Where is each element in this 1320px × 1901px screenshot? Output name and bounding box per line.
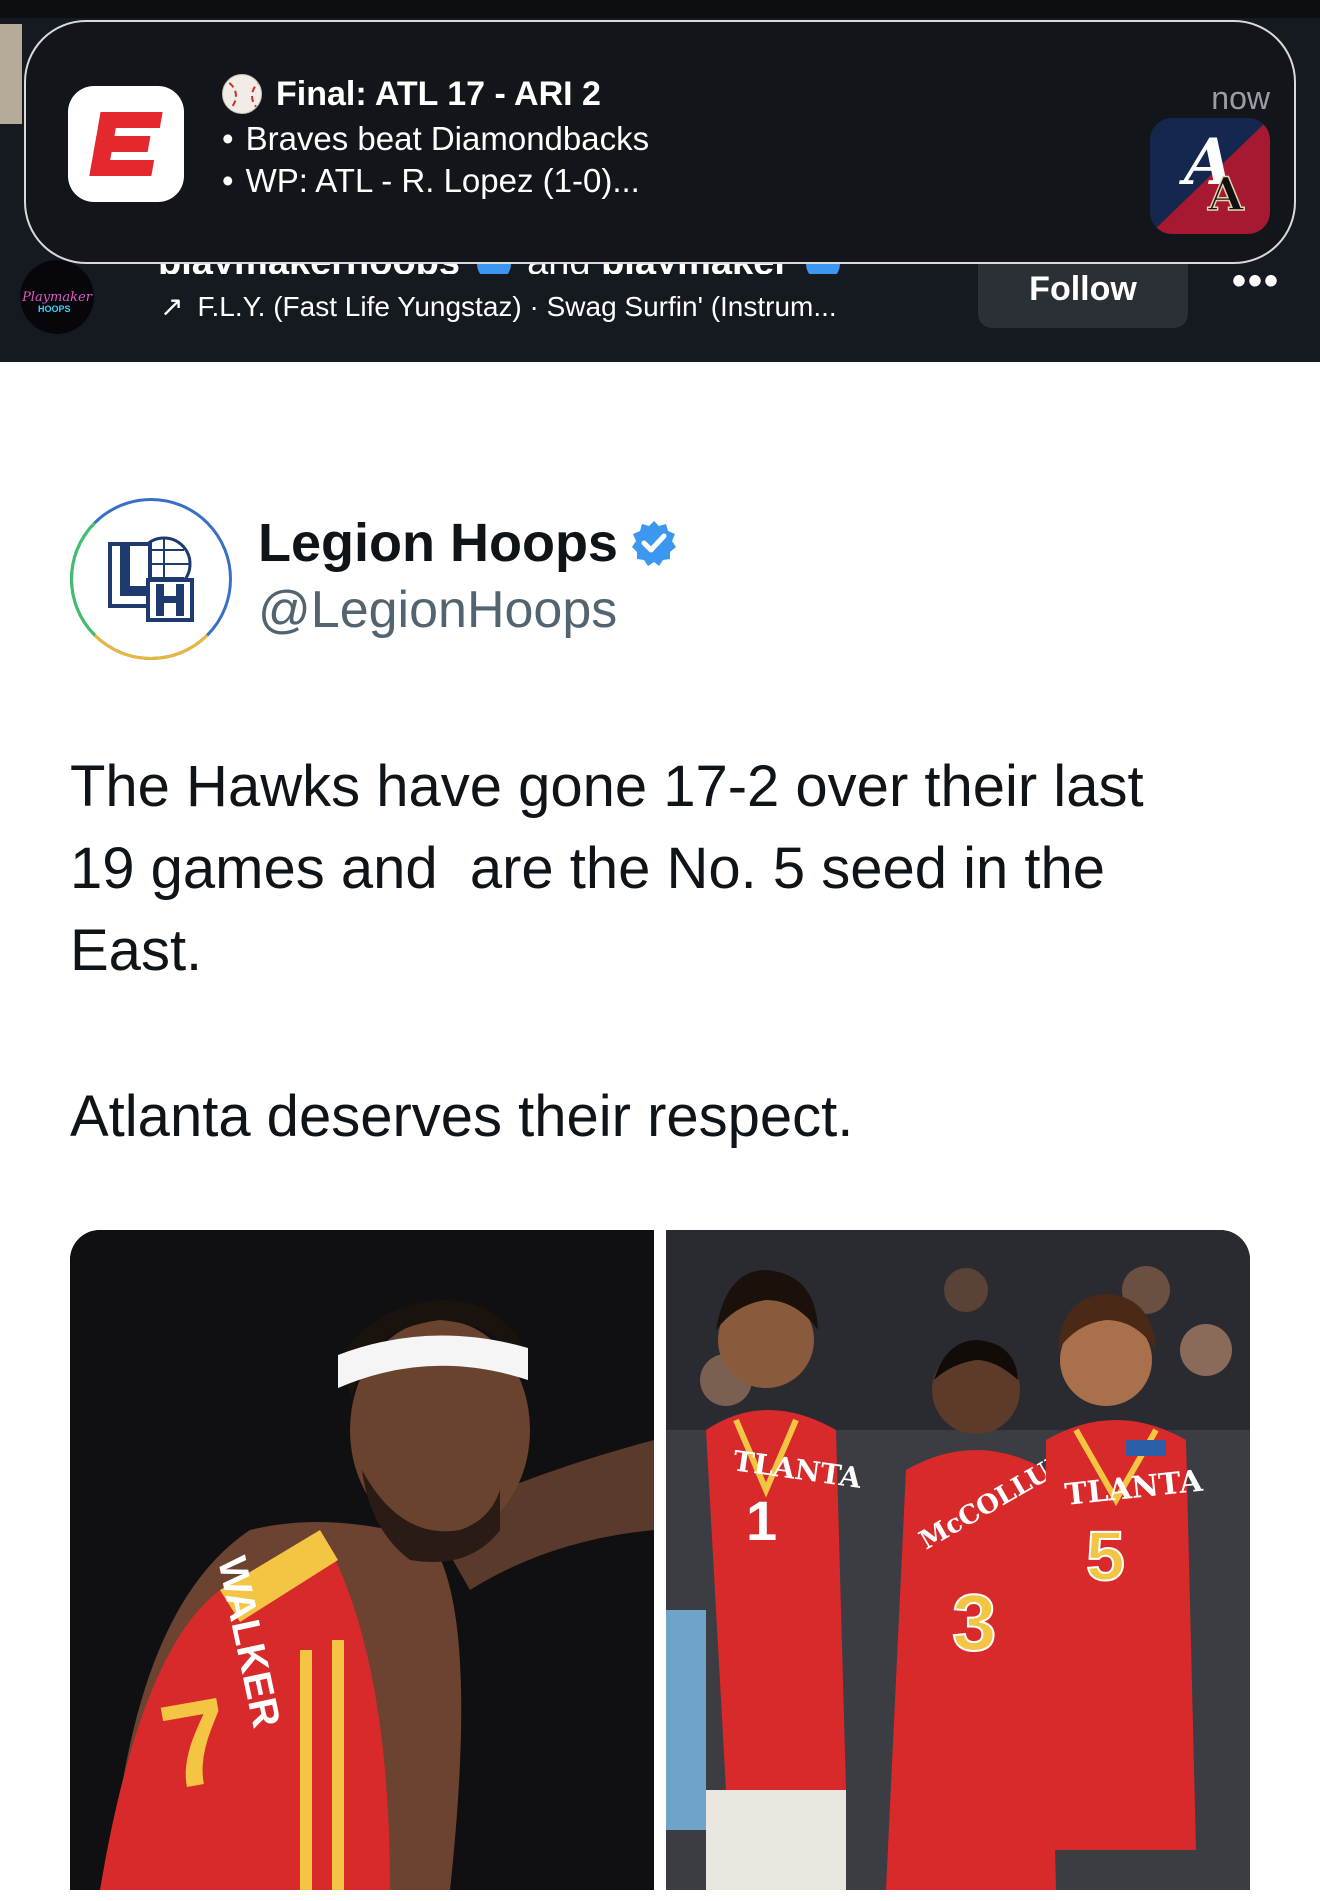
espn-icon	[68, 86, 184, 202]
tweet-text-paragraph: The Hawks have gone 17-2 over their last…	[70, 754, 1144, 983]
tweet-media-image[interactable]: TLANTA 1 McCOLLUM 3 TLANTA 5	[666, 1230, 1250, 1890]
svg-text:A: A	[1207, 167, 1245, 221]
notification-title: Final: ATL 17 - ARI 2	[222, 74, 601, 114]
svg-text:3: 3	[952, 1578, 997, 1667]
tweet-author-avatar[interactable]	[70, 498, 232, 660]
avatar-text: Playmaker	[22, 289, 92, 305]
background-thumbnail	[0, 24, 22, 124]
avatar-subtext: HOOPS	[38, 304, 71, 314]
tweet-media-image[interactable]: 7 WALKER	[70, 1230, 654, 1890]
svg-text:5: 5	[1086, 1517, 1125, 1595]
svg-text:1: 1	[746, 1489, 777, 1552]
tweet-display-name[interactable]: Legion Hoops	[258, 512, 678, 574]
page-bottom	[0, 1890, 1320, 1901]
tweet-handle[interactable]: @LegionHoops	[258, 580, 617, 640]
notification-title-text: Final: ATL 17 - ARI 2	[276, 74, 601, 113]
notification-line: • Braves beat Diamondbacks	[222, 120, 650, 157]
tweet-text-paragraph: Atlanta deserves their respect.	[70, 1084, 854, 1149]
notification-line: • WP: ATL - R. Lopez (1-0)...	[222, 162, 640, 199]
baseball-icon	[222, 74, 262, 114]
audio-track[interactable]: ↗ F.L.Y. (Fast Life Yungstaz) · Swag Surf…	[160, 290, 837, 323]
status-strip	[0, 0, 1320, 18]
notification-time: now	[1211, 80, 1270, 116]
arrow-up-right-icon: ↗	[160, 291, 184, 322]
hawks-players-photo: TLANTA 1 McCOLLUM 3 TLANTA 5	[666, 1230, 1250, 1890]
verified-badge-icon	[631, 521, 676, 566]
push-notification[interactable]: Final: ATL 17 - ARI 2 • Braves beat Diamo…	[24, 20, 1296, 264]
audio-title: F.L.Y. (Fast Life Yungstaz) · Swag Surfi…	[197, 291, 837, 322]
author-avatar[interactable]: Playmaker HOOPS	[20, 260, 94, 334]
braves-diamondbacks-logo: A A	[1150, 118, 1270, 234]
hawks-player-photo: 7 WALKER	[70, 1230, 654, 1890]
